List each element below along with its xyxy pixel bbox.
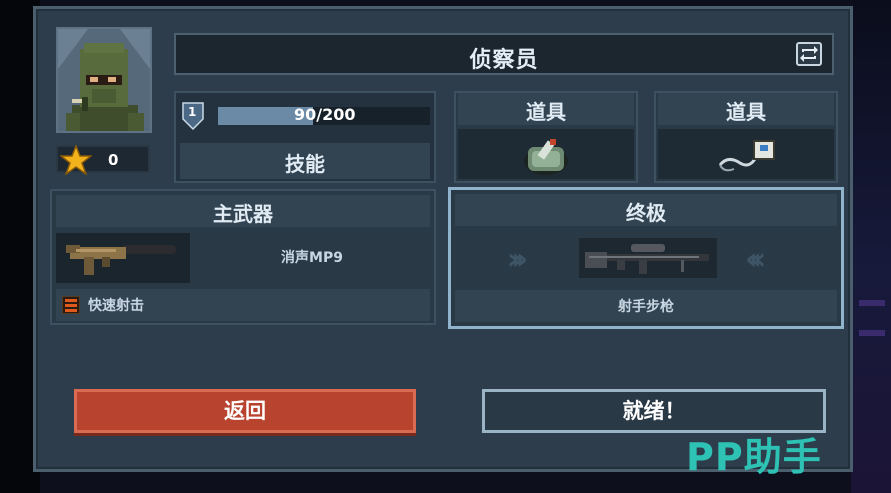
ultimate-weapon-name: 射手步枪	[618, 299, 674, 315]
class-title-bar: 侦察员	[174, 33, 834, 75]
primary-weapon-image	[56, 233, 190, 283]
switch-character-button[interactable]	[796, 42, 822, 66]
item-slot-label: 道具	[526, 100, 566, 124]
back-button[interactable]: 返回	[74, 389, 416, 433]
primary-weapon-name: 消声MP9	[281, 250, 343, 266]
star-icon	[60, 145, 92, 175]
item-slot-header: 道具	[658, 93, 834, 125]
background-light	[859, 300, 885, 306]
background-light	[859, 330, 885, 336]
character-portrait	[56, 27, 152, 133]
ultimate-weapon-row: ››› ‹‹‹	[455, 232, 837, 284]
item-slot-icon-area	[458, 129, 634, 179]
star-counter: 0	[56, 145, 150, 175]
weapon-trait: 快速射击	[56, 289, 430, 321]
primary-weapon-header: 主武器	[56, 195, 430, 227]
item-slot-header: 道具	[458, 93, 634, 125]
swap-icon	[800, 46, 818, 62]
watermark-logo: PP助手	[686, 435, 822, 479]
rapid-fire-icon	[62, 296, 80, 314]
star-count: 0	[108, 151, 119, 169]
item-slot-label: 道具	[726, 100, 766, 124]
ultimate-title: 终极	[626, 201, 666, 225]
chevron-right-icon: ›››	[507, 242, 528, 277]
class-name: 侦察员	[469, 48, 539, 73]
grenade-pouch-icon	[524, 139, 568, 175]
smg-icon	[66, 245, 176, 275]
item-slot-2[interactable]: 道具	[654, 91, 838, 183]
xp-text: 90/200	[294, 105, 356, 124]
skill-panel[interactable]: 1 90/200 技能	[174, 91, 436, 183]
soldier-portrait-icon	[58, 29, 150, 131]
character-select-panel: 0 侦察员 1 90/200 技能 道具 道具 主武器 消声MP9 快速射击 终…	[33, 6, 853, 472]
chevron-left-icon: ‹‹‹	[745, 242, 766, 277]
ultimate-weapon-image	[579, 238, 717, 278]
item-slot-icon-area	[658, 129, 834, 179]
ultimate-panel[interactable]: 终极 ››› ‹‹‹ 射手步枪	[448, 187, 844, 329]
primary-weapon-title: 主武器	[213, 202, 273, 226]
marksman-rifle-icon	[585, 244, 709, 274]
ultimate-name-row: 射手步枪	[455, 290, 837, 322]
background-right	[851, 0, 891, 493]
level-number: 1	[188, 105, 197, 119]
skill-label: 技能	[285, 152, 325, 176]
primary-weapon-panel[interactable]: 主武器 消声MP9 快速射击	[50, 189, 436, 325]
skill-button[interactable]: 技能	[180, 143, 430, 179]
weapon-trait-label: 快速射击	[88, 298, 144, 314]
item-slot-1[interactable]: 道具	[454, 91, 638, 183]
detonator-icon	[718, 140, 775, 172]
ultimate-header: 终极	[455, 194, 837, 226]
